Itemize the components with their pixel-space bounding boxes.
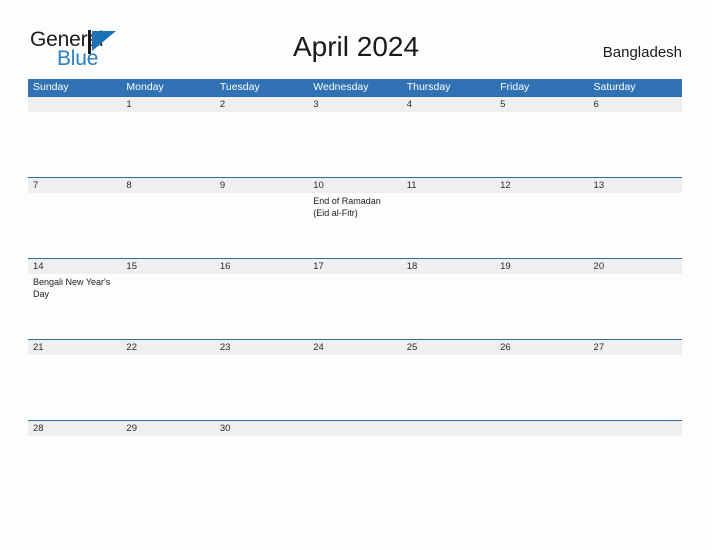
day-events [215, 193, 308, 257]
day-header-saturday: Saturday [593, 81, 636, 93]
calendar-week-row: 28 29 30 [28, 420, 682, 501]
week-event-band: Bengali New Year's Day [28, 274, 682, 338]
day-events [589, 193, 682, 257]
day-events [495, 355, 588, 419]
day-events [308, 274, 401, 338]
day-events [28, 112, 121, 176]
day-number[interactable]: 3 [308, 97, 401, 112]
day-events [402, 436, 495, 500]
day-number[interactable]: 2 [215, 97, 308, 112]
day-events [308, 355, 401, 419]
day-number[interactable]: 15 [121, 259, 214, 274]
day-number[interactable]: 28 [28, 421, 121, 436]
day-number[interactable]: 22 [121, 340, 214, 355]
page-header: General Blue April 2024 Bangladesh [0, 0, 712, 79]
day-number[interactable] [28, 97, 121, 112]
week-event-band: End of Ramadan (Eid al-Fitr) [28, 193, 682, 257]
day-events [121, 274, 214, 338]
day-events [28, 193, 121, 257]
day-events [495, 274, 588, 338]
day-number[interactable]: 24 [308, 340, 401, 355]
day-events [215, 274, 308, 338]
day-number[interactable]: 12 [495, 178, 588, 193]
day-events [495, 436, 588, 500]
day-number[interactable]: 13 [589, 178, 682, 193]
week-event-band [28, 436, 682, 500]
day-number[interactable]: 23 [215, 340, 308, 355]
week-number-band: 14 15 16 17 18 19 20 [28, 259, 682, 274]
week-number-band: 21 22 23 24 25 26 27 [28, 340, 682, 355]
day-events [308, 112, 401, 176]
day-events [402, 355, 495, 419]
day-number[interactable]: 1 [121, 97, 214, 112]
day-events [215, 355, 308, 419]
day-number[interactable]: 6 [589, 97, 682, 112]
day-number[interactable]: 19 [495, 259, 588, 274]
week-event-band [28, 355, 682, 419]
day-number[interactable]: 7 [28, 178, 121, 193]
day-of-week-header-row: Sunday Monday Tuesday Wednesday Thursday… [28, 79, 682, 96]
day-events [28, 355, 121, 419]
day-number[interactable]: 17 [308, 259, 401, 274]
day-events: End of Ramadan (Eid al-Fitr) [313, 196, 381, 218]
day-header-friday: Friday [500, 81, 530, 93]
day-events [215, 436, 308, 500]
day-events [121, 193, 214, 257]
day-number[interactable]: 10 [308, 178, 401, 193]
day-number[interactable]: 27 [589, 340, 682, 355]
day-number[interactable]: 8 [121, 178, 214, 193]
week-number-band: 7 8 9 10 11 12 13 [28, 178, 682, 193]
day-events [495, 112, 588, 176]
day-header-tuesday: Tuesday [219, 81, 260, 93]
day-number[interactable]: 14 [28, 259, 121, 274]
calendar-week-row: 1 2 3 4 5 6 [28, 96, 682, 177]
week-event-band [28, 112, 682, 176]
day-number[interactable]: 5 [495, 97, 588, 112]
day-number[interactable]: 9 [215, 178, 308, 193]
day-number[interactable]: 30 [215, 421, 308, 436]
day-number [308, 421, 401, 436]
day-events [28, 436, 121, 500]
day-number[interactable]: 18 [402, 259, 495, 274]
calendar-week-row: 7 8 9 10 11 12 13 End of Ramadan (Eid al… [28, 177, 682, 258]
day-events [215, 112, 308, 176]
day-number[interactable]: 25 [402, 340, 495, 355]
day-number[interactable]: 4 [402, 97, 495, 112]
country-label: Bangladesh [602, 44, 682, 61]
calendar-week-row: 21 22 23 24 25 26 27 [28, 339, 682, 420]
day-events [402, 274, 495, 338]
day-events [308, 436, 401, 500]
day-number[interactable]: 26 [495, 340, 588, 355]
day-events [121, 112, 214, 176]
day-events [402, 112, 495, 176]
day-events: Bengali New Year's Day [33, 277, 111, 299]
week-number-band: 28 29 30 [28, 421, 682, 436]
day-events [589, 274, 682, 338]
week-number-band: 1 2 3 4 5 6 [28, 97, 682, 112]
day-header-sunday: Sunday [33, 81, 69, 93]
day-header-thursday: Thursday [406, 81, 451, 93]
day-number[interactable]: 29 [121, 421, 214, 436]
day-number [402, 421, 495, 436]
day-events [589, 436, 682, 500]
day-number[interactable]: 11 [402, 178, 495, 193]
calendar-grid: Sunday Monday Tuesday Wednesday Thursday… [28, 79, 682, 501]
day-number[interactable]: 20 [589, 259, 682, 274]
day-events [121, 355, 214, 419]
day-number [589, 421, 682, 436]
day-events [589, 355, 682, 419]
day-number [495, 421, 588, 436]
day-header-wednesday: Wednesday [313, 81, 369, 93]
day-header-monday: Monday [126, 81, 164, 93]
day-number[interactable]: 21 [28, 340, 121, 355]
day-events [589, 112, 682, 176]
calendar-week-row: 14 15 16 17 18 19 20 Bengali New Year's … [28, 258, 682, 339]
day-number[interactable]: 16 [215, 259, 308, 274]
day-events [121, 436, 214, 500]
day-events [495, 193, 588, 257]
day-events [402, 193, 495, 257]
